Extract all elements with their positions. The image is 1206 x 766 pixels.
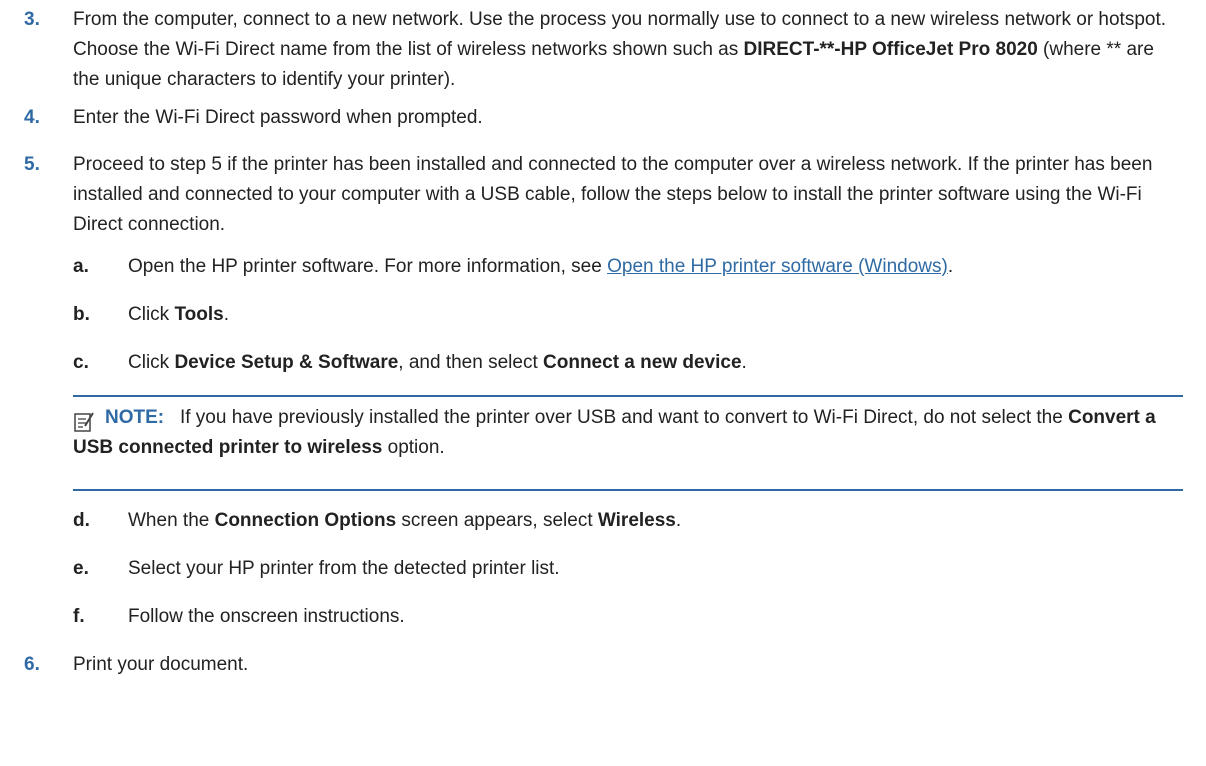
open-hp-software-link[interactable]: Open the HP printer software (Windows) xyxy=(607,256,948,277)
manual-page: 3. From the computer, connect to a new n… xyxy=(0,0,1206,766)
note-text: NOTE: If you have previously installed t… xyxy=(73,407,1156,458)
substep-text: Follow the onscreen instructions. xyxy=(128,606,405,627)
step-text: Print your document. xyxy=(73,654,249,675)
substep-text: When the Connection Options screen appea… xyxy=(128,510,682,531)
step-number: 6. xyxy=(24,654,40,675)
substep-text: Click Device Setup & Software, and then … xyxy=(128,352,747,373)
substep-letter: b. xyxy=(73,304,90,325)
step-number: 5. xyxy=(24,154,40,175)
substep-letter: c. xyxy=(73,352,89,373)
substep-letter: d. xyxy=(73,510,90,531)
substep-letter: a. xyxy=(73,256,89,277)
step-text: Proceed to step 5 if the printer has bee… xyxy=(73,154,1153,235)
wifi-direct-name: DIRECT-**-HP OfficeJet Pro 8020 xyxy=(743,39,1038,60)
substep-letter: e. xyxy=(73,558,89,579)
substep-letter: f. xyxy=(73,606,85,627)
step-text: Enter the Wi-Fi Direct password when pro… xyxy=(73,107,483,128)
step-number: 3. xyxy=(24,9,40,30)
substep-text: Open the HP printer software. For more i… xyxy=(128,256,954,277)
note-label: NOTE: xyxy=(105,407,165,428)
step-number: 4. xyxy=(24,107,40,128)
note-box: NOTE: If you have previously installed t… xyxy=(73,395,1183,491)
substep-text: Select your HP printer from the detected… xyxy=(128,558,560,579)
step-text: From the computer, connect to a new netw… xyxy=(73,9,1167,90)
substep-text: Click Tools. xyxy=(128,304,229,325)
